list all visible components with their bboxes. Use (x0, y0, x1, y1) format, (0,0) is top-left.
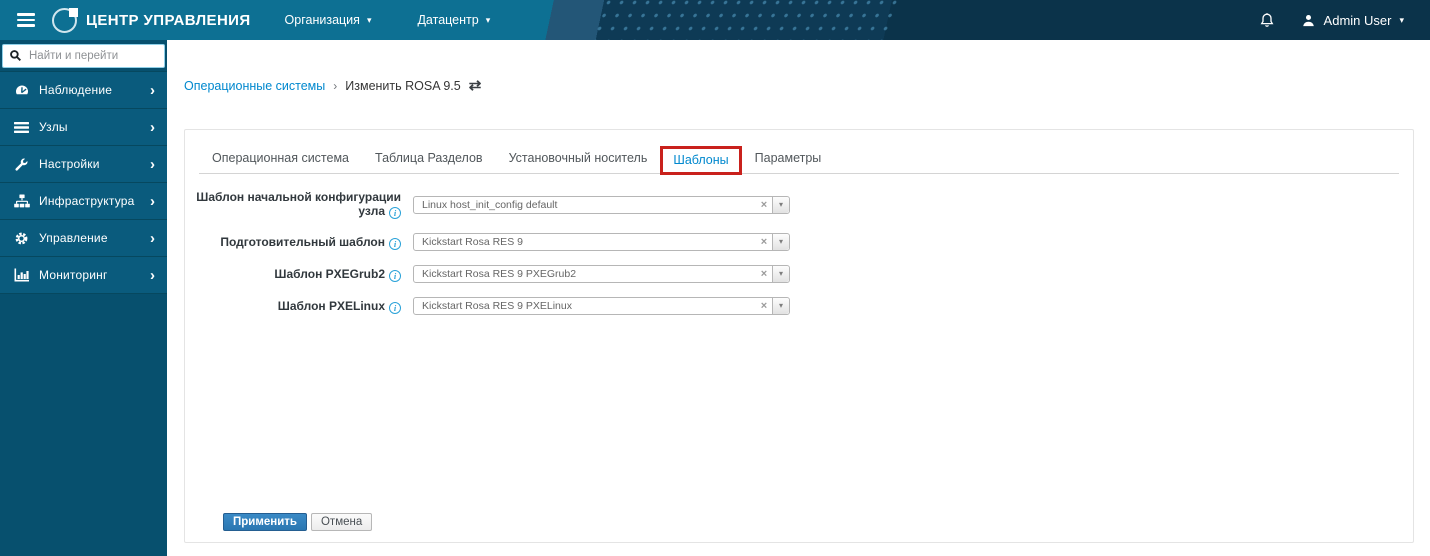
gear-icon (13, 231, 30, 246)
clear-icon[interactable]: × (756, 298, 772, 314)
wrench-icon (13, 157, 30, 172)
field-label: Шаблон PXEGrub2 (274, 266, 385, 281)
chevron-right-icon: › (150, 155, 155, 173)
dropdown-toggle[interactable]: ▾ (772, 234, 789, 250)
caret-down-icon: ▾ (778, 269, 783, 278)
caret-down-icon: ▾ (1399, 14, 1404, 25)
top-navbar: ЦЕНТР УПРАВЛЕНИЯ Организация ▾ Датацентр… (0, 0, 1430, 40)
tab-partition-table[interactable]: Таблица Разделов (362, 144, 496, 173)
pxegrub2-template-select[interactable]: Kickstart Rosa RES 9 PXEGrub2 × ▾ (413, 265, 790, 283)
sitemap-icon (13, 194, 30, 208)
field-label: Шаблон начальной конфигурации узла (196, 190, 401, 218)
field-label: Шаблон PXELinux (277, 298, 385, 313)
brand-logo (52, 7, 78, 33)
provisioning-template-select[interactable]: Kickstart Rosa RES 9 × ▾ (413, 233, 790, 251)
sidebar-item-configure[interactable]: Настройки › (0, 145, 167, 182)
info-icon[interactable]: i (389, 207, 401, 219)
chevron-right-icon: › (150, 192, 155, 210)
sidebar: Наблюдение › Узлы › Настройки › (0, 40, 167, 556)
submit-button[interactable]: Применить (223, 513, 307, 531)
cancel-button[interactable]: Отмена (310, 513, 373, 531)
clear-icon[interactable]: × (756, 266, 772, 282)
breadcrumb: Операционные системы › Изменить ROSA 9.5… (184, 78, 1430, 93)
caret-down-icon: ▾ (778, 301, 783, 310)
organization-dropdown[interactable]: Организация ▾ (285, 13, 372, 27)
host-init-config-select[interactable]: Linux host_init_config default × ▾ (413, 195, 790, 214)
breadcrumb-current: Изменить ROSA 9.5 (345, 78, 461, 93)
field-label: Подготовительный шаблон (220, 234, 385, 249)
select-value: Kickstart Rosa RES 9 PXEGrub2 (422, 268, 577, 280)
sidebar-item-monitor[interactable]: Наблюдение › (0, 71, 167, 108)
info-icon[interactable]: i (389, 301, 401, 314)
select-value: Kickstart Rosa RES 9 (422, 236, 523, 248)
tab-bar: Операционная система Таблица Разделов Ус… (199, 144, 1399, 175)
location-dropdown[interactable]: Датацентр ▾ (417, 13, 490, 27)
caret-down-icon: ▾ (778, 237, 783, 246)
sidebar-item-administer[interactable]: Управление › (0, 219, 167, 256)
templates-form: Шаблон начальной конфигурации узла i Linu… (185, 190, 1413, 531)
brand-title: ЦЕНТР УПРАВЛЕНИЯ (86, 11, 251, 29)
clear-icon[interactable]: × (756, 234, 772, 250)
chevron-right-icon: › (150, 118, 155, 136)
tab-installation-media[interactable]: Установочный носитель (496, 144, 661, 173)
caret-down-icon: ▾ (778, 199, 783, 209)
info-icon[interactable]: i (389, 269, 401, 282)
form-row-pxegrub2-template: Шаблон PXEGrub2 i Kickstart Rosa RES 9 PX… (185, 265, 1413, 283)
search-icon (9, 49, 22, 62)
form-row-host-init-config: Шаблон начальной конфигурации узла i Linu… (185, 190, 1413, 219)
dropdown-toggle[interactable]: ▾ (772, 298, 789, 314)
select-value: Linux host_init_config default (422, 198, 558, 211)
user-menu[interactable]: Admin User ▾ (1301, 13, 1404, 28)
chevron-right-icon: › (150, 266, 155, 284)
breadcrumb-link-operating-systems[interactable]: Операционные системы (184, 79, 325, 93)
user-name: Admin User (1323, 12, 1392, 28)
notifications-bell-icon[interactable] (1259, 12, 1275, 29)
form-actions: Применить Отмена (223, 513, 1413, 531)
breadcrumb-separator: › (333, 78, 338, 93)
tab-operating-system[interactable]: Операционная система (199, 144, 362, 173)
chevron-right-icon: › (150, 81, 155, 99)
caret-down-icon: ▾ (485, 14, 491, 25)
clear-icon[interactable]: × (756, 197, 772, 213)
info-icon[interactable]: i (389, 237, 401, 250)
list-icon (13, 121, 30, 134)
select-value: Kickstart Rosa RES 9 PXELinux (422, 300, 572, 312)
pxelinux-template-select[interactable]: Kickstart Rosa RES 9 PXELinux × ▾ (413, 297, 790, 315)
gauge-icon (13, 83, 30, 97)
switcher-swap-icon[interactable]: ⇄ (469, 78, 482, 93)
dropdown-toggle[interactable]: ▾ (772, 196, 789, 213)
sidebar-filler (0, 293, 167, 556)
user-avatar-icon (1302, 14, 1314, 26)
chart-icon (13, 268, 30, 282)
form-row-provisioning-template: Подготовительный шаблон i Kickstart Rosa … (185, 233, 1413, 251)
caret-down-icon: ▾ (366, 14, 372, 25)
edit-os-card: Операционная система Таблица Разделов Ус… (184, 129, 1414, 543)
sidebar-item-monitoring[interactable]: Мониторинг › (0, 256, 167, 293)
tab-templates[interactable]: Шаблоны (660, 146, 742, 175)
form-row-pxelinux-template: Шаблон PXELinux i Kickstart Rosa RES 9 PX… (185, 297, 1413, 315)
sidebar-item-infrastructure[interactable]: Инфраструктура › (0, 182, 167, 219)
tab-parameters[interactable]: Параметры (742, 144, 835, 173)
main-content: Операционные системы › Изменить ROSA 9.5… (167, 40, 1430, 556)
dropdown-toggle[interactable]: ▾ (772, 266, 789, 282)
search-input[interactable] (2, 44, 165, 68)
hamburger-menu-icon[interactable] (0, 0, 52, 40)
chevron-right-icon: › (150, 229, 155, 247)
sidebar-search (2, 44, 165, 68)
sidebar-item-hosts[interactable]: Узлы › (0, 108, 167, 145)
